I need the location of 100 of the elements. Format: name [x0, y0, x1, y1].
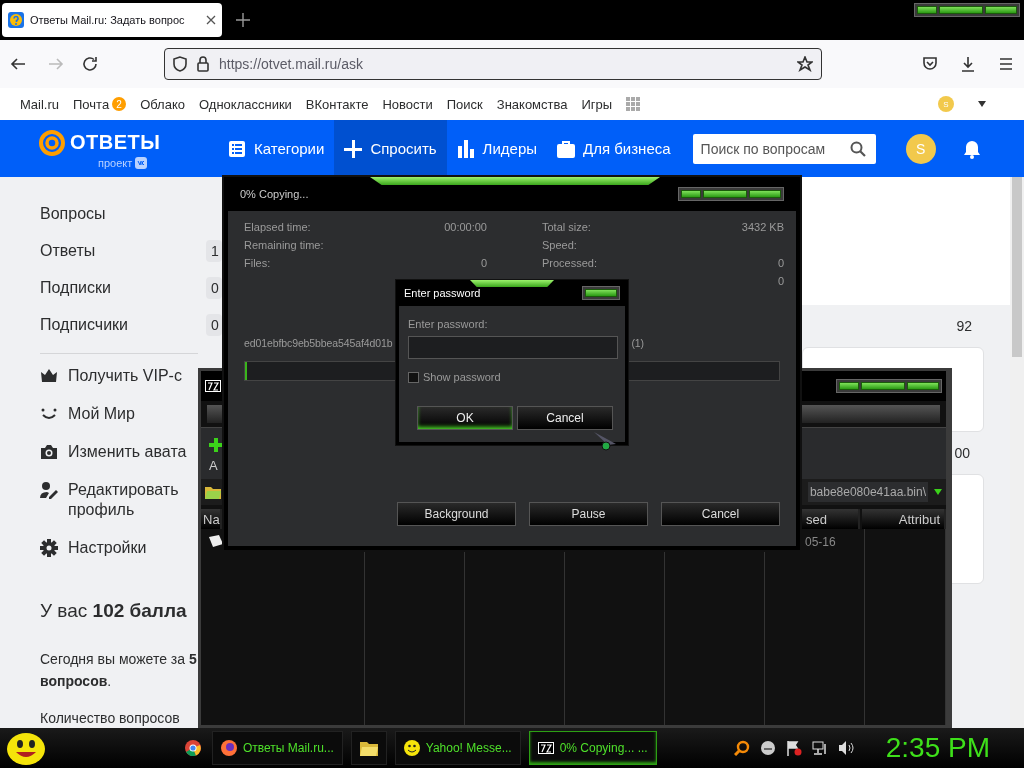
crown-icon — [40, 367, 58, 385]
password-field[interactable] — [408, 336, 618, 359]
count-value: 92 — [956, 318, 972, 334]
logo-text: ОТВЕТЫ — [70, 131, 161, 154]
menu-link[interactable]: Редактировать профиль — [68, 480, 196, 520]
checkbox[interactable] — [408, 371, 419, 383]
count-badge: 0 — [206, 313, 222, 336]
stat-value: 0 — [480, 257, 487, 271]
toolbar-button[interactable]: A — [209, 438, 223, 473]
settings-icon — [40, 539, 58, 557]
download-icon — [960, 56, 976, 72]
nav-tab[interactable]: Лидеры — [446, 120, 548, 177]
taskbar-button[interactable]: Ответы Mail.ru... — [212, 731, 343, 765]
close-button[interactable] — [585, 289, 617, 297]
close-button[interactable] — [907, 382, 939, 390]
portal-link[interactable]: ВКонтакте — [305, 96, 369, 112]
dialog-button[interactable]: Background — [397, 502, 516, 526]
stat-link[interactable]: Вопросы — [40, 204, 198, 223]
portal-link[interactable]: Облако — [140, 96, 185, 112]
quota-label: Количество вопросов — [40, 710, 181, 726]
taskbar-button[interactable]: 0% Copying... ... — [528, 731, 657, 765]
dialog-button[interactable]: Cancel — [517, 406, 613, 430]
stat-link[interactable]: Подписчики — [40, 315, 206, 334]
column-header[interactable]: sed — [802, 509, 860, 529]
portal-link[interactable]: Знакомства — [496, 96, 568, 112]
stat-value: 00:00:00 — [444, 221, 487, 235]
address-bar[interactable]: https://otvet.mail.ru/ask — [164, 48, 822, 80]
close-icon — [206, 15, 216, 25]
stat-value: 3432 KB — [741, 221, 784, 235]
path-field[interactable]: babe8e080e41aa.bin\ — [807, 482, 928, 502]
count-badge: 1 — [206, 239, 222, 262]
dropdown-arrow-icon — [934, 489, 942, 495]
stat-value: 0 — [777, 275, 784, 289]
dialog-button[interactable]: OK — [417, 406, 513, 430]
questions-note: Сегодня вы можете за 5 вопросов. — [40, 650, 198, 691]
menu-link[interactable]: Получить VIP-с — [68, 366, 196, 386]
menu-link[interactable]: Изменить авата — [68, 442, 196, 462]
column-header[interactable]: Na — [201, 509, 222, 529]
caret-icon — [978, 101, 986, 107]
close-button[interactable] — [749, 190, 781, 198]
tab-title: Ответы Mail.ru: Задать вопрос — [30, 14, 186, 26]
file-name: ed01ebfbc9eb5bbea545af4d01b — [244, 337, 393, 349]
maximize-button[interactable] — [703, 190, 747, 198]
file-icon — [209, 535, 223, 547]
checkbox-label: Show password — [423, 371, 501, 383]
menu-icon — [998, 56, 1014, 72]
plus-icon — [209, 438, 223, 452]
browser-tab[interactable]: Ответы Mail.ru: Задать вопрос — [2, 3, 222, 37]
stat-link[interactable]: Подписки — [40, 278, 206, 297]
search-field[interactable]: Поиск по вопросам — [692, 133, 876, 164]
vk-logo-icon — [135, 156, 148, 169]
bar-chart-icon — [456, 139, 475, 158]
portal-link[interactable]: Mail.ru — [20, 96, 59, 112]
back-icon — [10, 56, 26, 72]
taskbar-button[interactable]: Yahoo! Messe... — [394, 731, 521, 765]
maximize-button[interactable] — [861, 382, 905, 390]
pocket-icon — [922, 56, 938, 72]
window-title: 0% Copying... — [240, 188, 309, 200]
shield-icon — [173, 56, 187, 72]
stat-label: Remaining time: — [244, 239, 324, 253]
zip-app-icon — [537, 742, 554, 754]
portal-link[interactable]: Поиск — [446, 96, 483, 112]
stat-link[interactable]: Ответы — [40, 241, 206, 260]
nav-tab[interactable]: Спросить — [334, 120, 447, 177]
field-label: Enter password: — [408, 318, 489, 330]
portal-link[interactable]: Одноклассники — [199, 96, 292, 112]
search-icon — [733, 740, 750, 756]
reload-icon — [82, 56, 98, 72]
new-tab-icon — [236, 13, 250, 27]
menu-link[interactable]: Настройки — [68, 538, 196, 558]
minimize-button[interactable] — [917, 6, 937, 14]
minimize-button[interactable] — [839, 382, 859, 390]
star-icon — [797, 56, 813, 72]
table-cell: 05-16 — [805, 535, 836, 549]
count-badge: 2 — [112, 97, 127, 111]
portal-link[interactable]: Игры — [581, 96, 613, 112]
list-icon — [228, 139, 246, 158]
dialog-button[interactable]: Cancel — [661, 502, 780, 526]
chrome-icon — [185, 740, 201, 756]
minimize-button[interactable] — [681, 190, 701, 198]
points-heading: У вас 102 балла — [40, 600, 188, 622]
plus-icon — [344, 139, 363, 158]
bell-icon — [961, 138, 982, 159]
nav-tab[interactable]: Категории — [218, 120, 335, 177]
taskbar-button[interactable] — [350, 731, 387, 765]
portal-link[interactable]: Новости — [382, 96, 433, 112]
close-button[interactable] — [985, 6, 1017, 14]
window-title: Enter password — [404, 287, 481, 299]
portal-link[interactable]: Почта — [73, 96, 110, 112]
maximize-button[interactable] — [939, 6, 983, 14]
apps-grid-icon — [626, 97, 641, 111]
stat-value: 0 — [777, 257, 784, 271]
stat-label: Total size: — [542, 221, 591, 235]
scrollbar-thumb[interactable] — [1012, 177, 1022, 357]
menu-link[interactable]: Мой Мир — [68, 404, 196, 424]
stat-label: Elapsed time: — [244, 221, 311, 235]
dialog-button[interactable]: Pause — [529, 502, 648, 526]
question-icon — [8, 12, 24, 28]
nav-tab[interactable]: Для бизнеса — [547, 120, 681, 177]
column-header[interactable]: Attribut — [862, 509, 946, 529]
